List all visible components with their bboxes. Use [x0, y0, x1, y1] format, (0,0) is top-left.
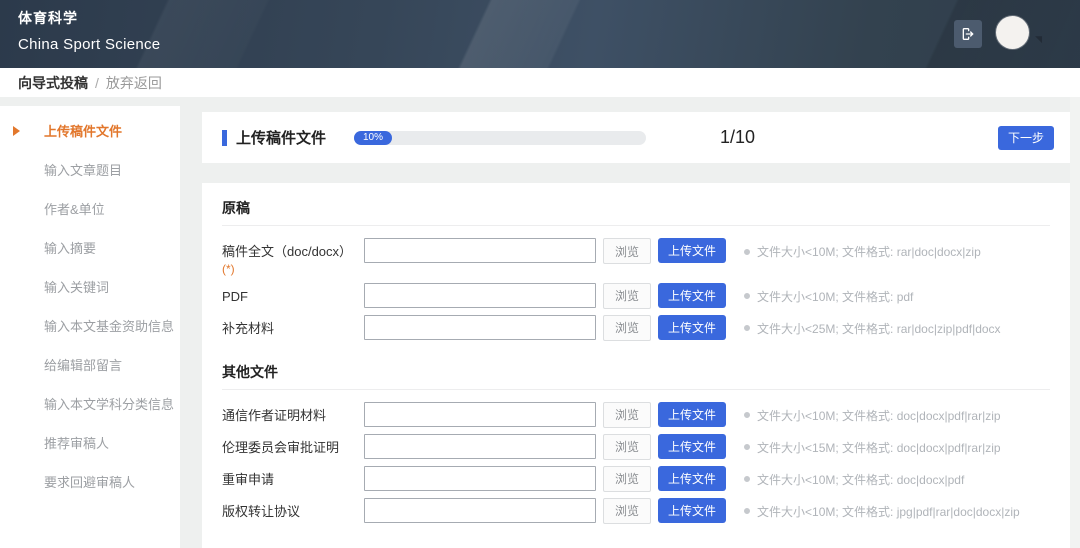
breadcrumb-separator: / [95, 75, 99, 91]
logout-button[interactable] [954, 20, 982, 48]
info-icon [744, 476, 750, 482]
abandon-return-link[interactable]: 放弃返回 [106, 73, 162, 93]
file-path-input[interactable] [364, 498, 596, 523]
browse-button[interactable]: 浏览 [603, 283, 651, 309]
browse-button[interactable]: 浏览 [603, 315, 651, 341]
info-icon [744, 293, 750, 299]
field-label: 补充材料 [222, 315, 364, 338]
upload-row-pdf: PDF 浏览 上传文件 文件大小<10M; 文件格式: pdf [222, 283, 1050, 309]
brand-title-zh: 体育科学 [18, 8, 160, 28]
sidebar-item-authors-affiliations[interactable]: 作者&单位 [0, 190, 180, 229]
user-avatar[interactable] [996, 16, 1029, 49]
browse-button[interactable]: 浏览 [603, 498, 651, 524]
sidebar-item-recommend-reviewers[interactable]: 推荐审稿人 [0, 424, 180, 463]
sidebar-item-label: 输入本文学科分类信息 [44, 397, 174, 412]
field-label: PDF [222, 283, 364, 306]
file-path-input[interactable] [364, 402, 596, 427]
field-label: 稿件全文（doc/docx） (*) [222, 238, 364, 277]
upload-row-fulltext: 稿件全文（doc/docx） (*) 浏览 上传文件 文件大小<10M; 文件格… [222, 238, 1050, 277]
upload-row-supplementary: 补充材料 浏览 上传文件 文件大小<25M; 文件格式: rar|doc|zip… [222, 315, 1050, 341]
upload-file-button[interactable]: 上传文件 [658, 466, 726, 491]
sidebar-item-label: 上传稿件文件 [44, 124, 122, 139]
sidebar-item-avoid-reviewers[interactable]: 要求回避审稿人 [0, 463, 180, 502]
sidebar-item-label: 输入关键词 [44, 280, 109, 295]
file-hint: 文件大小<25M; 文件格式: rar|doc|zip|pdf|docx [744, 315, 1001, 337]
file-hint: 文件大小<10M; 文件格式: rar|doc|docx|zip [744, 238, 981, 260]
upload-file-button[interactable]: 上传文件 [658, 315, 726, 340]
active-step-marker-icon [13, 126, 20, 136]
app-header: 体育科学 China Sport Science ◥ [0, 0, 1080, 68]
browse-button[interactable]: 浏览 [603, 402, 651, 428]
file-hint: 文件大小<10M; 文件格式: doc|docx|pdf [744, 466, 964, 488]
scrollbar-track[interactable] [1070, 97, 1080, 548]
required-marker: (*) [222, 261, 364, 277]
step-title: 上传稿件文件 [236, 127, 326, 148]
file-hint: 文件大小<10M; 文件格式: jpg|pdf|rar|doc|docx|zip [744, 498, 1020, 520]
group-title-original: 原稿 [222, 183, 1050, 226]
sidebar-item-label: 推荐审稿人 [44, 436, 109, 451]
breadcrumb-current: 向导式投稿 [18, 73, 88, 93]
breadcrumb: 向导式投稿 / 放弃返回 [0, 68, 1080, 97]
field-label: 版权转让协议 [222, 498, 364, 521]
sidebar-item-keywords[interactable]: 输入关键词 [0, 268, 180, 307]
submission-wizard-page: 体育科学 China Sport Science ◥ 向导式投稿 / 放弃返回 [0, 0, 1080, 548]
sidebar-item-label: 输入文章题目 [44, 163, 122, 178]
upload-row-copyright-agreement: 版权转让协议 浏览 上传文件 文件大小<10M; 文件格式: jpg|pdf|r… [222, 498, 1050, 524]
upload-row-corresponding-author-proof: 通信作者证明材料 浏览 上传文件 文件大小<10M; 文件格式: doc|doc… [222, 402, 1050, 428]
info-icon [744, 412, 750, 418]
sidebar-item-label: 作者&单位 [44, 202, 105, 217]
upload-file-button[interactable]: 上传文件 [658, 434, 726, 459]
info-icon [744, 249, 750, 255]
title-marker-icon [222, 130, 227, 146]
sidebar-item-upload-files[interactable]: 上传稿件文件 [0, 112, 180, 151]
file-path-input[interactable] [364, 315, 596, 340]
step-header-card: 上传稿件文件 10% 1/10 下一步 [202, 112, 1070, 163]
logout-icon [960, 26, 976, 42]
sidebar-item-abstract[interactable]: 输入摘要 [0, 229, 180, 268]
browse-button[interactable]: 浏览 [603, 434, 651, 460]
group-title-other: 其他文件 [222, 347, 1050, 390]
browse-button[interactable]: 浏览 [603, 238, 651, 264]
file-path-input[interactable] [364, 466, 596, 491]
upload-file-button[interactable]: 上传文件 [658, 238, 726, 263]
brand-title-en: China Sport Science [18, 36, 160, 53]
sidebar-item-editor-message[interactable]: 给编辑部留言 [0, 346, 180, 385]
brand: 体育科学 China Sport Science [18, 8, 160, 53]
upload-file-button[interactable]: 上传文件 [658, 402, 726, 427]
browse-button[interactable]: 浏览 [603, 466, 651, 492]
sidebar-item-label: 输入本文基金资助信息 [44, 319, 174, 334]
field-label: 通信作者证明材料 [222, 402, 364, 425]
upload-form-card: 原稿 稿件全文（doc/docx） (*) 浏览 上传文件 文件大小<10M; … [202, 183, 1070, 548]
file-hint: 文件大小<10M; 文件格式: doc|docx|pdf|rar|zip [744, 402, 1001, 424]
file-path-input[interactable] [364, 238, 596, 263]
info-icon [744, 508, 750, 514]
upload-row-ethics-approval: 伦理委员会审批证明 浏览 上传文件 文件大小<15M; 文件格式: doc|do… [222, 434, 1050, 460]
info-icon [744, 444, 750, 450]
field-label: 重审申请 [222, 466, 364, 489]
sidebar-item-label: 给编辑部留言 [44, 358, 122, 373]
progress-value: 10% [354, 131, 392, 145]
sidebar-item-subject-classification[interactable]: 输入本文学科分类信息 [0, 385, 180, 424]
progress-bar: 10% [354, 131, 646, 145]
file-hint: 文件大小<10M; 文件格式: pdf [744, 283, 913, 305]
file-hint: 文件大小<15M; 文件格式: doc|docx|pdf|rar|zip [744, 434, 1001, 456]
file-path-input[interactable] [364, 283, 596, 308]
file-path-input[interactable] [364, 434, 596, 459]
step-indicator: 1/10 [720, 127, 755, 148]
field-label: 伦理委员会审批证明 [222, 434, 364, 457]
sidebar-item-article-title[interactable]: 输入文章题目 [0, 151, 180, 190]
upload-row-rereview-application: 重审申请 浏览 上传文件 文件大小<10M; 文件格式: doc|docx|pd… [222, 466, 1050, 492]
info-icon [744, 325, 750, 331]
upload-file-button[interactable]: 上传文件 [658, 498, 726, 523]
sidebar-item-label: 要求回避审稿人 [44, 475, 135, 490]
header-actions: ◥ [954, 16, 1042, 49]
wizard-steps-sidebar: 上传稿件文件 输入文章题目 作者&单位 输入摘要 输入关键词 输入本文基金资助信… [0, 106, 180, 548]
sidebar-item-funding-info[interactable]: 输入本文基金资助信息 [0, 307, 180, 346]
next-step-button-top[interactable]: 下一步 [998, 126, 1054, 150]
avatar-caret-icon[interactable]: ◥ [1035, 34, 1042, 45]
sidebar-item-label: 输入摘要 [44, 241, 96, 256]
upload-file-button[interactable]: 上传文件 [658, 283, 726, 308]
